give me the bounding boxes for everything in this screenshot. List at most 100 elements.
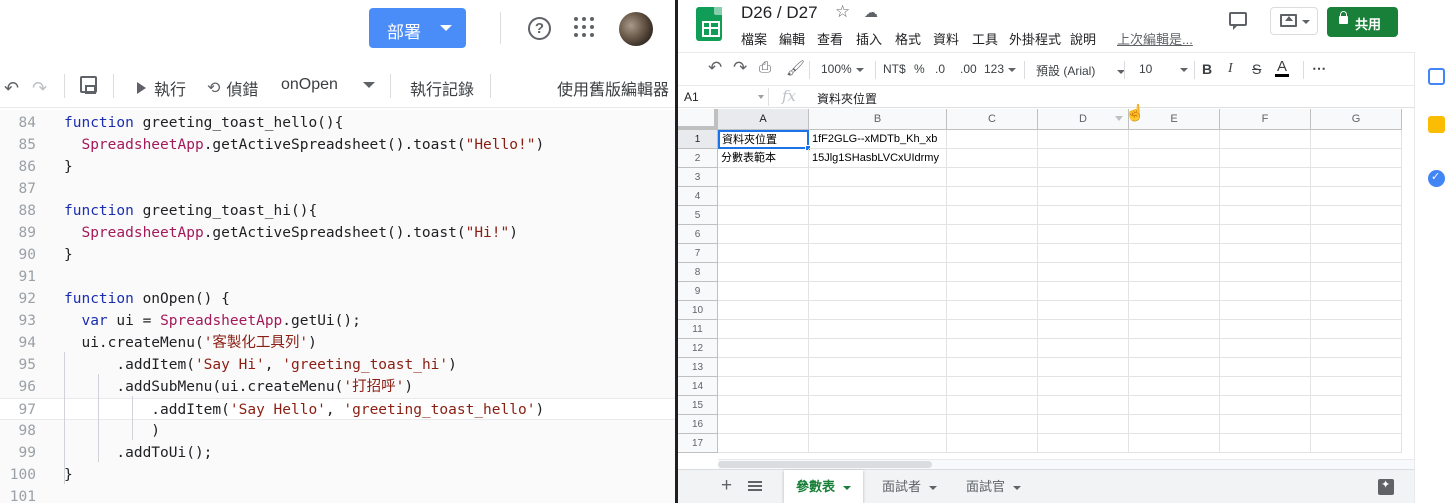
present-button[interactable] xyxy=(1270,7,1318,35)
cell-a4[interactable] xyxy=(718,187,809,206)
cell-g8[interactable] xyxy=(1311,263,1402,282)
cell-a10[interactable] xyxy=(718,301,809,320)
spreadsheet-grid[interactable]: A B C D E F G 1 資料夾位置 1fF2GLG--xMDTb_Kh_xb 2 分數表範本 1… xyxy=(678,109,1414,459)
cell-g14[interactable] xyxy=(1311,377,1402,396)
cell-f16[interactable] xyxy=(1220,415,1311,434)
cell-g1[interactable] xyxy=(1311,130,1402,149)
cell-f15[interactable] xyxy=(1220,396,1311,415)
cell-a12[interactable] xyxy=(718,339,809,358)
undo-icon[interactable]: ↶ xyxy=(708,58,722,78)
cell-b9[interactable] xyxy=(809,282,947,301)
cell-f11[interactable] xyxy=(1220,320,1311,339)
cell-c2[interactable] xyxy=(947,149,1038,168)
percent-button[interactable]: % xyxy=(914,62,925,76)
cell-d6[interactable] xyxy=(1038,225,1129,244)
cell-b6[interactable] xyxy=(809,225,947,244)
function-selector[interactable]: onOpen xyxy=(281,76,338,94)
cell-c12[interactable] xyxy=(947,339,1038,358)
print-icon[interactable]: ⎙ xyxy=(759,59,771,76)
code-line[interactable]: 88 function greeting_toast_hi(){ xyxy=(0,200,675,222)
document-title[interactable]: D26 / D27 xyxy=(741,3,818,23)
row-header[interactable]: 5 xyxy=(678,206,718,225)
code-line[interactable]: 95 .addItem('Say Hi', 'greeting_toast_hi… xyxy=(0,354,675,376)
row-header[interactable]: 13 xyxy=(678,358,718,377)
cell-e2[interactable] xyxy=(1129,149,1220,168)
star-icon[interactable]: ☆ xyxy=(835,2,850,22)
sheet-tab[interactable]: 面試者 xyxy=(870,470,949,503)
cell-e13[interactable] xyxy=(1129,358,1220,377)
cell-a11[interactable] xyxy=(718,320,809,339)
cell-b4[interactable] xyxy=(809,187,947,206)
cell-g13[interactable] xyxy=(1311,358,1402,377)
strikethrough-button[interactable]: S xyxy=(1252,61,1261,77)
cell-d10[interactable] xyxy=(1038,301,1129,320)
italic-button[interactable]: I xyxy=(1228,61,1233,77)
cell-e9[interactable] xyxy=(1129,282,1220,301)
code-line[interactable]: 91 xyxy=(0,266,675,288)
row-header[interactable]: 8 xyxy=(678,263,718,282)
tasks-icon[interactable] xyxy=(1428,170,1445,187)
cell-a5[interactable] xyxy=(718,206,809,225)
cell-d2[interactable] xyxy=(1038,149,1129,168)
cell-d3[interactable] xyxy=(1038,168,1129,187)
cell-b2[interactable]: 15Jlg1SHasbLVCxUIdrmy xyxy=(809,149,947,168)
cell-c4[interactable] xyxy=(947,187,1038,206)
more-formats-button[interactable]: 123 xyxy=(984,62,1017,76)
code-line[interactable]: 85 SpreadsheetApp.getActiveSpreadsheet()… xyxy=(0,134,675,156)
avatar[interactable] xyxy=(619,12,653,46)
cell-e16[interactable] xyxy=(1129,415,1220,434)
cell-g11[interactable] xyxy=(1311,320,1402,339)
cell-g15[interactable] xyxy=(1311,396,1402,415)
cell-c9[interactable] xyxy=(947,282,1038,301)
cell-g4[interactable] xyxy=(1311,187,1402,206)
cell-c3[interactable] xyxy=(947,168,1038,187)
chevron-down-icon[interactable] xyxy=(758,95,764,99)
decrease-decimal-button[interactable]: .0 xyxy=(935,62,945,76)
row-header[interactable]: 9 xyxy=(678,282,718,301)
cell-b13[interactable] xyxy=(809,358,947,377)
cell-b12[interactable] xyxy=(809,339,947,358)
name-box[interactable]: A1 xyxy=(684,90,699,104)
cell-g17[interactable] xyxy=(1311,434,1402,453)
cell-f9[interactable] xyxy=(1220,282,1311,301)
cell-d15[interactable] xyxy=(1038,396,1129,415)
row-header[interactable]: 6 xyxy=(678,225,718,244)
sheet-tab[interactable]: 面試官 xyxy=(954,470,1033,503)
cell-b8[interactable] xyxy=(809,263,947,282)
last-edit-link[interactable]: 上次編輯是... xyxy=(1117,29,1193,48)
row-header[interactable]: 17 xyxy=(678,434,718,453)
cell-c8[interactable] xyxy=(947,263,1038,282)
code-line[interactable]: 100} xyxy=(0,464,675,486)
cell-e6[interactable] xyxy=(1129,225,1220,244)
cell-f14[interactable] xyxy=(1220,377,1311,396)
code-editor[interactable]: 101 100} 99 .addToUi(); 98 ) 97 .addItem('Sa… xyxy=(0,110,675,503)
cell-e17[interactable] xyxy=(1129,434,1220,453)
cell-f3[interactable] xyxy=(1220,168,1311,187)
cell-c15[interactable] xyxy=(947,396,1038,415)
undo-icon[interactable]: ↶ xyxy=(4,78,19,99)
row-header[interactable]: 1 xyxy=(678,130,718,149)
cell-e15[interactable] xyxy=(1129,396,1220,415)
cell-d7[interactable] xyxy=(1038,244,1129,263)
cell-e1[interactable] xyxy=(1129,130,1220,149)
cell-g6[interactable] xyxy=(1311,225,1402,244)
code-line[interactable]: 101 xyxy=(0,486,675,503)
redo-icon[interactable]: ↷ xyxy=(733,58,747,78)
cell-e11[interactable] xyxy=(1129,320,1220,339)
cell-d13[interactable] xyxy=(1038,358,1129,377)
row-header[interactable]: 12 xyxy=(678,339,718,358)
cell-d8[interactable] xyxy=(1038,263,1129,282)
cell-b5[interactable] xyxy=(809,206,947,225)
cell-e4[interactable] xyxy=(1129,187,1220,206)
code-line[interactable]: 93 var ui = SpreadsheetApp.getUi(); xyxy=(0,310,675,332)
cell-a8[interactable] xyxy=(718,263,809,282)
cell-a17[interactable] xyxy=(718,434,809,453)
cell-a3[interactable] xyxy=(718,168,809,187)
column-header[interactable]: B xyxy=(809,109,947,130)
execution-log-button[interactable]: 執行記錄 xyxy=(410,76,474,100)
zoom-select[interactable]: 100% xyxy=(821,62,864,76)
cell-c5[interactable] xyxy=(947,206,1038,225)
horizontal-scrollbar[interactable] xyxy=(718,459,1414,469)
cell-c7[interactable] xyxy=(947,244,1038,263)
cell-d5[interactable] xyxy=(1038,206,1129,225)
